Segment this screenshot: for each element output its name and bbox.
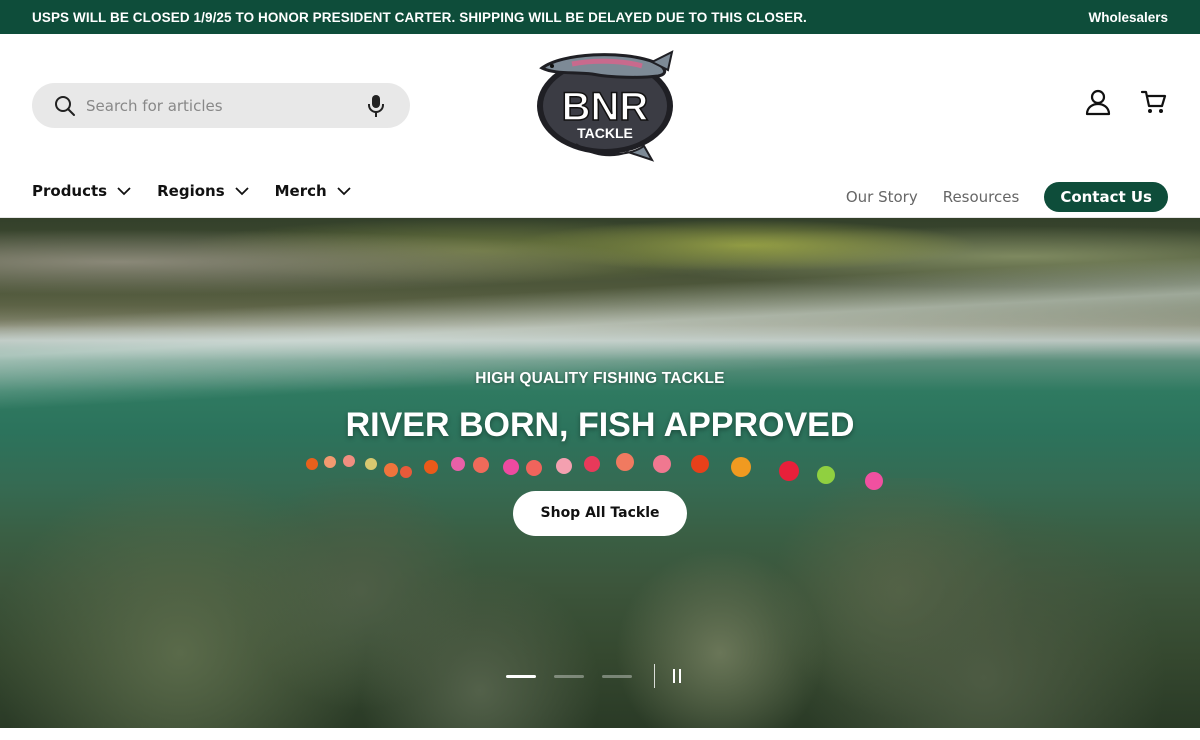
nav-item-label: Products — [32, 182, 108, 200]
brand-logo[interactable]: BNR TACKLE — [532, 48, 678, 162]
chevron-down-icon — [117, 187, 131, 196]
slide-indicator[interactable] — [506, 674, 536, 678]
nav-item-regions[interactable]: Regions — [157, 182, 249, 200]
our-story-link[interactable]: Our Story — [846, 188, 918, 206]
divider — [654, 664, 655, 688]
microphone-icon[interactable] — [366, 94, 386, 118]
nav-item-merch[interactable]: Merch — [275, 182, 351, 200]
logo-main-text: BNR — [562, 85, 649, 129]
pause-icon[interactable] — [673, 669, 685, 683]
nav-item-label: Regions — [157, 182, 225, 200]
chevron-down-icon — [337, 187, 351, 196]
site-header: BNR TACKLE Products Regions Merch Our St — [0, 34, 1200, 218]
slide-indicator[interactable] — [602, 674, 632, 678]
logo-sub-text: TACKLE — [577, 125, 633, 141]
slide-indicator[interactable] — [554, 674, 584, 678]
hero-banner: HIGH QUALITY FISHING TACKLE RIVER BORN, … — [0, 218, 1200, 728]
secondary-nav: Our Story Resources Contact Us — [846, 182, 1168, 212]
announcement-bar: USPS WILL BE CLOSED 1/9/25 TO HONOR PRES… — [0, 0, 1200, 34]
search-input[interactable] — [86, 96, 346, 115]
search-icon — [55, 95, 75, 116]
main-nav: Products Regions Merch — [32, 182, 351, 200]
search-bar[interactable] — [32, 83, 410, 128]
slideshow-controls — [506, 664, 685, 688]
nav-item-label: Merch — [274, 182, 327, 200]
account-icon[interactable] — [1084, 88, 1112, 116]
contact-us-button[interactable]: Contact Us — [1044, 182, 1168, 212]
brand-logo-graphic: BNR TACKLE — [537, 50, 674, 162]
chevron-down-icon — [234, 187, 249, 196]
shop-all-tackle-button[interactable]: Shop All Tackle — [512, 491, 688, 536]
cart-icon[interactable] — [1140, 88, 1168, 116]
header-icons — [1084, 88, 1168, 116]
nav-item-products[interactable]: Products — [32, 182, 131, 200]
announcement-message: USPS WILL BE CLOSED 1/9/25 TO HONOR PRES… — [32, 9, 807, 25]
hero-kicker: HIGH QUALITY FISHING TACKLE — [475, 370, 725, 387]
resources-link[interactable]: Resources — [943, 188, 1020, 206]
wholesalers-link[interactable]: Wholesalers — [1088, 10, 1168, 25]
hero-title: RIVER BORN, FISH APPROVED — [345, 406, 855, 444]
hero-content: HIGH QUALITY FISHING TACKLE RIVER BORN, … — [0, 370, 1200, 536]
